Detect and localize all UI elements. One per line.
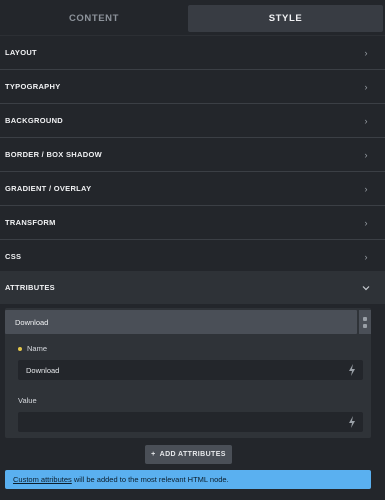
tab-content[interactable]: CONTENT	[4, 5, 184, 32]
chevron-right-icon: ›	[364, 81, 368, 92]
required-dot	[18, 347, 22, 352]
name-field-label: Name	[18, 344, 47, 353]
section-label: GRADIENT / OVERLAY	[5, 184, 92, 193]
custom-attributes-link[interactable]: Custom attributes	[13, 475, 72, 484]
chevron-right-icon: ›	[364, 251, 368, 262]
section-layout[interactable]: LAYOUT ›	[0, 36, 385, 70]
bolt-icon[interactable]	[347, 415, 357, 429]
section-background[interactable]: BACKGROUND ›	[0, 104, 385, 138]
section-label: BACKGROUND	[5, 116, 63, 125]
section-css[interactable]: CSS ›	[0, 240, 385, 274]
section-border-box-shadow[interactable]: BORDER / BOX SHADOW ›	[0, 138, 385, 172]
attribute-item: Download Name Download Value	[5, 308, 371, 438]
add-attributes-button[interactable]: + ADD ATTRIBUTES	[145, 445, 232, 464]
section-label: TRANSFORM	[5, 218, 56, 227]
chevron-right-icon: ›	[364, 115, 368, 126]
chevron-right-icon: ›	[364, 217, 368, 228]
name-label-text: Name	[27, 344, 48, 353]
add-attributes-label: ADD ATTRIBUTES	[159, 451, 226, 458]
value-field-label: Value	[18, 396, 37, 405]
value-input[interactable]	[18, 412, 363, 432]
section-transform[interactable]: TRANSFORM ›	[0, 206, 385, 240]
tab-style[interactable]: STYLE	[188, 5, 383, 32]
bolt-icon[interactable]	[347, 363, 357, 377]
section-label: TYPOGRAPHY	[5, 82, 61, 91]
section-gradient-overlay[interactable]: GRADIENT / OVERLAY ›	[0, 172, 385, 206]
panel-tabs: CONTENT STYLE	[0, 0, 385, 36]
chevron-right-icon: ›	[364, 183, 368, 194]
name-input-value: Download	[26, 365, 60, 375]
section-label: LAYOUT	[5, 48, 37, 57]
attributes-notice: Custom attributes will be added to the m…	[5, 470, 371, 489]
attribute-item-title[interactable]: Download	[5, 310, 357, 334]
section-typography[interactable]: TYPOGRAPHY ›	[0, 70, 385, 104]
drag-handle-icon[interactable]	[359, 310, 371, 334]
section-label: BORDER / BOX SHADOW	[5, 150, 102, 159]
plus-icon: +	[151, 451, 156, 458]
name-input[interactable]: Download	[18, 360, 363, 380]
chevron-down-icon	[361, 283, 371, 293]
notice-text: will be added to the most relevant HTML …	[71, 475, 229, 484]
chevron-right-icon: ›	[364, 149, 368, 160]
section-label: ATTRIBUTES	[5, 283, 55, 292]
section-label: CSS	[5, 252, 22, 261]
section-attributes[interactable]: ATTRIBUTES	[0, 271, 385, 304]
chevron-right-icon: ›	[364, 47, 368, 58]
